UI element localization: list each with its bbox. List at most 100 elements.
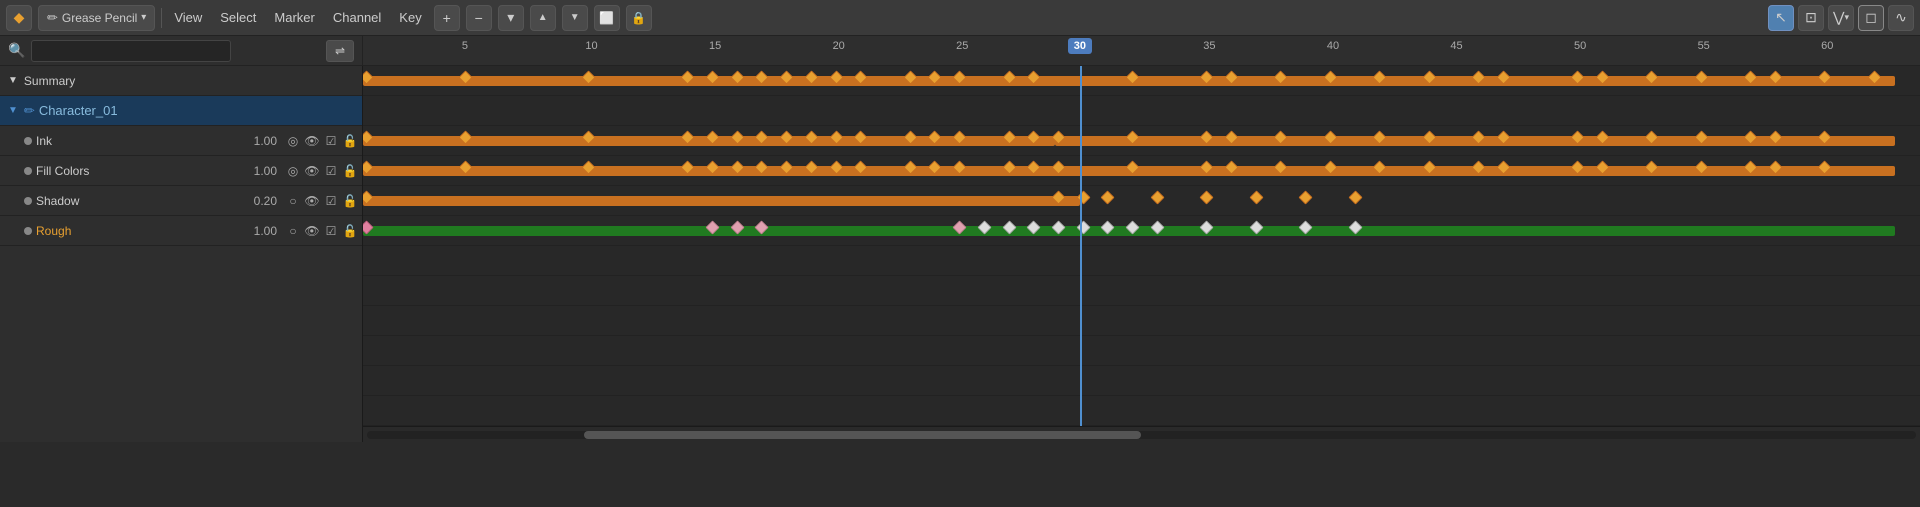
ink-onion-icon[interactable]: ◎ <box>285 134 301 148</box>
wave1-btn[interactable]: ◻ <box>1858 5 1884 31</box>
timeline-row-empty-3 <box>363 336 1920 366</box>
timeline-row-5[interactable] <box>363 216 1920 246</box>
rough-value: 1.00 <box>237 224 277 238</box>
up-icon: ▲ <box>538 12 548 23</box>
marker-menu[interactable]: Marker <box>268 5 320 31</box>
rough-check-icon[interactable]: ☑ <box>323 224 339 238</box>
character-name: Character_01 <box>39 103 118 118</box>
ink-name: Ink <box>36 134 237 148</box>
shadow-lock-icon[interactable]: 🔓 <box>342 194 358 208</box>
fill-lock-icon[interactable]: 🔓 <box>342 164 358 178</box>
search-ruler-row: 🔍 ⇌ 5101520253035404550556030 <box>0 36 1920 66</box>
shadow-check-icon[interactable]: ☑ <box>323 194 339 208</box>
keyframe-diamond[interactable] <box>1299 190 1313 204</box>
current-frame-marker: 30 <box>1068 38 1092 54</box>
select-tool-btn[interactable]: ↖ <box>1768 5 1794 31</box>
ruler-tick-35: 35 <box>1203 36 1215 65</box>
timeline-row-2[interactable] <box>363 126 1920 156</box>
summary-row[interactable]: ▼ Summary <box>0 66 362 96</box>
timeline-row-1[interactable] <box>363 96 1920 126</box>
channel-row-fill[interactable]: Fill Colors 1.00 ◎ 👁 ☑ 🔓 <box>0 156 362 186</box>
dropdown-icon: ▾ <box>507 9 514 26</box>
fill-onion-icon[interactable]: ◎ <box>285 164 301 178</box>
ink-eye-icon[interactable]: 👁 <box>304 134 320 148</box>
fill-icons: ◎ 👁 ☑ 🔓 <box>285 164 358 178</box>
ink-value: 1.00 <box>237 134 277 148</box>
ruler-tick-25: 25 <box>956 36 968 65</box>
timeline-row-empty-4 <box>363 366 1920 396</box>
shadow-name: Shadow <box>36 194 237 208</box>
search-input[interactable] <box>31 40 231 62</box>
scrollbar-thumb[interactable] <box>584 431 1142 439</box>
ruler-tick-label-55: 55 <box>1698 40 1710 52</box>
timeline-row-0[interactable] <box>363 66 1920 96</box>
ruler-tick-55: 55 <box>1698 36 1710 65</box>
ruler-tick-label-60: 60 <box>1821 40 1833 52</box>
ruler-tick-15: 15 <box>709 36 721 65</box>
remove-btn[interactable]: − <box>466 5 492 31</box>
rough-dot-icon[interactable]: ○ <box>285 224 301 238</box>
grease-pencil-mode-btn[interactable]: ✏ Grease Pencil ▾ <box>38 5 155 31</box>
grease-pencil-label: Grease Pencil <box>62 11 137 25</box>
filter-btn[interactable]: ⋁ ▾ <box>1828 5 1854 31</box>
keyframe-diamond[interactable] <box>1348 190 1362 204</box>
timeline-row-empty-2 <box>363 306 1920 336</box>
mode-dropdown-icon: ▾ <box>141 12 146 23</box>
dropdown-btn[interactable]: ▾ <box>498 5 524 31</box>
ruler-tick-label-10: 10 <box>585 40 597 52</box>
select-tool-icon: ↖ <box>1775 9 1787 26</box>
ruler-tick-label-5: 5 <box>462 40 468 52</box>
monitor-btn[interactable]: ⬜ <box>594 5 620 31</box>
scrollbar-track <box>367 431 1916 439</box>
ink-icons: ◎ 👁 ☑ 🔓 <box>285 134 358 148</box>
rough-lock-icon[interactable]: 🔓 <box>342 224 358 238</box>
ruler-tick-label-20: 20 <box>833 40 845 52</box>
ruler-tick-45: 45 <box>1450 36 1462 65</box>
shadow-dot-icon[interactable]: ○ <box>285 194 301 208</box>
keyframe-diamond[interactable] <box>1249 190 1263 204</box>
ruler-tick-label-25: 25 <box>956 40 968 52</box>
rough-eye-icon[interactable]: 👁 <box>304 224 320 238</box>
ink-lock-icon[interactable]: 🔓 <box>342 134 358 148</box>
character-row[interactable]: ▼ ✏ Character_01 <box>0 96 362 126</box>
filter-down-icon: ▾ <box>1844 12 1849 23</box>
down-btn[interactable]: ▼ <box>562 5 588 31</box>
timeline-rows <box>363 66 1920 426</box>
channel-row-rough[interactable]: Rough 1.00 ○ 👁 ☑ 🔓 <box>0 216 362 246</box>
shadow-eye-icon[interactable]: 👁 <box>304 194 320 208</box>
ink-check-icon[interactable]: ☑ <box>323 134 339 148</box>
ruler-tick-20: 20 <box>833 36 845 65</box>
swap-btn[interactable]: ⇌ <box>326 40 354 62</box>
wave2-icon: ∿ <box>1895 9 1907 26</box>
ruler-ticks: 5101520253035404550556030 <box>363 36 1920 65</box>
keyframe-diamond[interactable] <box>1200 190 1214 204</box>
character-pencil-icon: ✏ <box>24 103 35 119</box>
ruler-tick-label-15: 15 <box>709 40 721 52</box>
view-menu[interactable]: View <box>168 5 208 31</box>
search-icon: 🔍 <box>8 42 25 59</box>
wave2-btn[interactable]: ∿ <box>1888 5 1914 31</box>
timeline-row-4[interactable] <box>363 186 1920 216</box>
channel-row-ink[interactable]: Ink 1.00 ◎ 👁 ☑ 🔓 <box>0 126 362 156</box>
monitor-icon: ⬜ <box>599 11 614 25</box>
up-btn[interactable]: ▲ <box>530 5 556 31</box>
box-select-btn[interactable]: ⊡ <box>1798 5 1824 31</box>
shadow-icons: ○ 👁 ☑ 🔓 <box>285 194 358 208</box>
filter-icon: ⋁ <box>1833 9 1844 26</box>
keyframe-diamond[interactable] <box>1101 190 1115 204</box>
fill-eye-icon[interactable]: 👁 <box>304 164 320 178</box>
playhead-line <box>1080 66 1082 426</box>
lock-btn[interactable]: 🔒 <box>626 5 652 31</box>
timeline-panel <box>363 66 1920 442</box>
fill-check-icon[interactable]: ☑ <box>323 164 339 178</box>
keyframe-diamond[interactable] <box>1150 190 1164 204</box>
key-menu[interactable]: Key <box>393 5 427 31</box>
mode-icon-btn[interactable]: ◆ <box>6 5 32 31</box>
ruler-tick-label-50: 50 <box>1574 40 1586 52</box>
timeline-row-3[interactable] <box>363 156 1920 186</box>
select-menu[interactable]: Select <box>214 5 262 31</box>
channel-menu[interactable]: Channel <box>327 5 387 31</box>
add-btn[interactable]: + <box>434 5 460 31</box>
channel-row-shadow[interactable]: Shadow 0.20 ○ 👁 ☑ 🔓 <box>0 186 362 216</box>
timeline-row-empty-1 <box>363 276 1920 306</box>
